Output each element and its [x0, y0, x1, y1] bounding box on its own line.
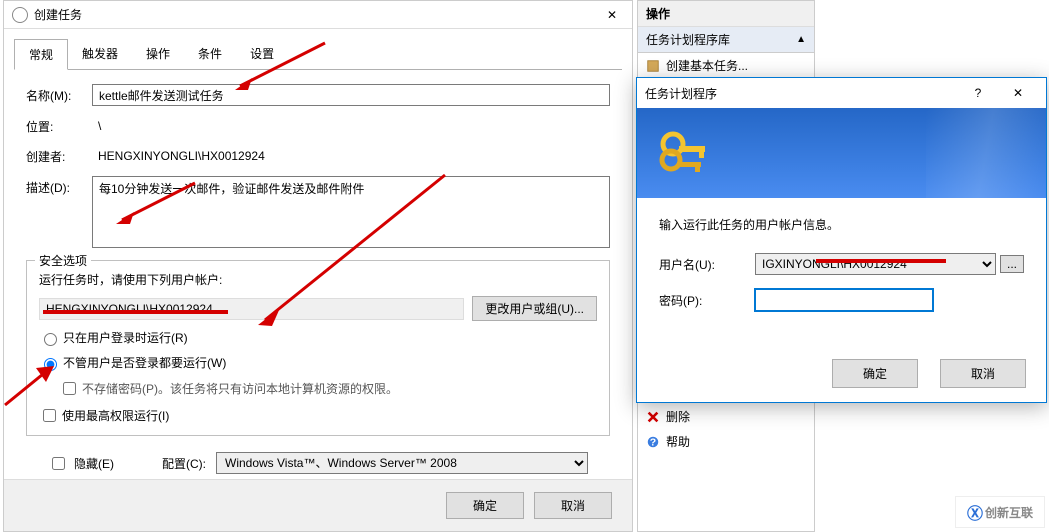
- brand-logo: Ⓧ 创新互联: [955, 496, 1045, 528]
- delete-label: 删除: [666, 408, 690, 425]
- redact-strike-2: [816, 259, 946, 263]
- radio-logged-on-label: 只在用户登录时运行(R): [63, 329, 188, 346]
- tab-actions[interactable]: 操作: [132, 39, 184, 69]
- tab-general[interactable]: 常规: [14, 39, 68, 70]
- browse-user-button[interactable]: ...: [1000, 255, 1024, 273]
- cred-dialog-title: 任务计划程序: [645, 85, 958, 102]
- help-item[interactable]: ? 帮助: [638, 429, 814, 454]
- actions-header: 操作: [638, 1, 814, 27]
- cred-prompt: 输入运行此任务的用户帐户信息。: [659, 216, 1024, 233]
- name-label: 名称(M):: [26, 87, 92, 104]
- create-basic-task-label: 创建基本任务...: [666, 57, 748, 74]
- security-options-group: 安全选项 运行任务时，请使用下列用户帐户: HENGXINYONGLI\HX00…: [26, 260, 610, 436]
- general-panel: 名称(M): 位置: \ 创建者: HENGXINYONGLI\HX001292…: [4, 70, 632, 488]
- configure-for-label: 配置(C):: [162, 455, 206, 472]
- highest-privilege-checkbox[interactable]: [43, 409, 56, 422]
- password-input[interactable]: [755, 289, 933, 311]
- creator-value: HENGXINYONGLI\HX0012924: [92, 146, 610, 166]
- cred-banner: [637, 108, 1046, 198]
- ok-button[interactable]: 确定: [446, 492, 524, 519]
- security-group-title: 安全选项: [35, 252, 91, 269]
- tab-conditions[interactable]: 条件: [184, 39, 236, 69]
- cred-cancel-button[interactable]: 取消: [940, 359, 1026, 388]
- cancel-button[interactable]: 取消: [534, 492, 612, 519]
- cred-body: 输入运行此任务的用户帐户信息。 用户名(U): IGXINYONGLI\HX00…: [637, 198, 1046, 343]
- dialog-title: 创建任务: [34, 6, 600, 23]
- clock-icon: [12, 7, 28, 23]
- cred-help-icon[interactable]: ?: [958, 82, 998, 104]
- radio-always-run-label: 不管用户是否登录都要运行(W): [63, 354, 226, 371]
- cred-ok-button[interactable]: 确定: [832, 359, 918, 388]
- cred-close-icon[interactable]: ✕: [998, 82, 1038, 104]
- change-user-button[interactable]: 更改用户或组(U)...: [472, 296, 597, 321]
- credentials-dialog: 任务计划程序 ? ✕ 输入运行此任务的用户帐户信息。 用户名(U): IGXIN…: [636, 77, 1047, 403]
- create-task-dialog: 创建任务 ✕ 常规 触发器 操作 条件 设置 名称(M): 位置: \ 创建者:…: [3, 0, 633, 532]
- hidden-checkbox[interactable]: [52, 457, 65, 470]
- actions-library-row[interactable]: 任务计划程序库 ▲: [638, 27, 814, 53]
- delete-item[interactable]: 删除: [638, 404, 814, 429]
- location-value: \: [92, 116, 610, 136]
- no-store-password-label: 不存储密码(P)。该任务将只有访问本地计算机资源的权限。: [82, 380, 398, 397]
- redact-strike-1: [43, 310, 228, 314]
- tab-strip: 常规 触发器 操作 条件 设置: [14, 39, 622, 70]
- location-label: 位置:: [26, 118, 92, 135]
- keys-icon: [657, 126, 717, 182]
- name-input[interactable]: [92, 84, 610, 106]
- close-icon[interactable]: ✕: [600, 8, 624, 22]
- tab-triggers[interactable]: 触发器: [68, 39, 132, 69]
- tab-settings[interactable]: 设置: [236, 39, 288, 69]
- description-textarea[interactable]: [92, 176, 610, 248]
- cred-titlebar: 任务计划程序 ? ✕: [637, 78, 1046, 108]
- creator-label: 创建者:: [26, 148, 92, 165]
- cred-button-bar: 确定 取消: [637, 345, 1046, 402]
- configure-for-select[interactable]: Windows Vista™、Windows Server™ 2008: [216, 452, 588, 474]
- svg-text:?: ?: [650, 436, 656, 448]
- no-store-password-checkbox[interactable]: [63, 382, 76, 395]
- help-icon: ?: [646, 435, 660, 449]
- runas-prompt: 运行任务时，请使用下列用户帐户:: [39, 271, 597, 288]
- create-basic-task-item[interactable]: 创建基本任务...: [638, 53, 814, 78]
- runas-user-display: HENGXINYONGLI\HX0012924: [39, 298, 464, 320]
- delete-icon: [646, 410, 660, 424]
- radio-always-run[interactable]: [44, 358, 57, 371]
- titlebar: 创建任务 ✕: [4, 1, 632, 29]
- password-label: 密码(P):: [659, 292, 755, 309]
- highest-privilege-label: 使用最高权限运行(I): [62, 407, 169, 424]
- wizard-icon: [646, 59, 660, 73]
- hidden-label: 隐藏(E): [74, 455, 114, 472]
- description-label: 描述(D):: [26, 176, 92, 196]
- username-select[interactable]: IGXINYONGLI\HX0012924: [755, 253, 996, 275]
- collapse-icon: ▲: [796, 34, 806, 45]
- username-label: 用户名(U):: [659, 256, 755, 273]
- dialog-button-bar: 确定 取消: [4, 479, 632, 531]
- actions-library-label: 任务计划程序库: [646, 31, 730, 48]
- radio-logged-on[interactable]: [44, 333, 57, 346]
- help-label: 帮助: [666, 433, 690, 450]
